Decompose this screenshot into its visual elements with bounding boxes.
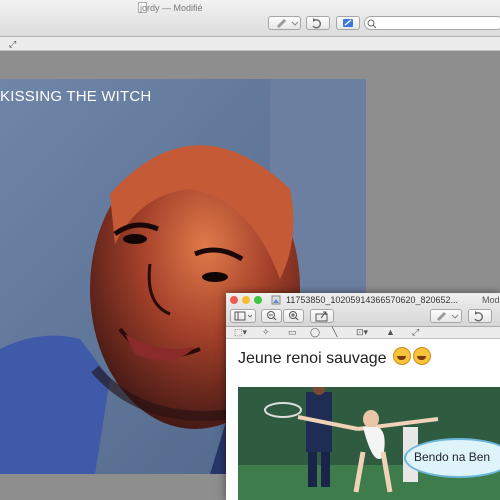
markup-button[interactable] [336,16,360,30]
preview-window-title: 11753850_10205914366570620_820652... [286,295,459,305]
rotate-icon [312,18,321,29]
preview-window-status: Modi [482,295,500,305]
post-text: Jeune renoi sauvage [238,350,387,367]
pen-icon [437,312,459,321]
search-input[interactable] [364,16,500,30]
annotate-menu-button[interactable] [268,16,301,30]
image-file-icon [271,295,281,305]
rotate-icon [474,311,483,322]
speech-bubble-text: Bendo na Ben [414,450,491,464]
rectangle-shape-icon[interactable]: ▭ [288,327,297,338]
minimize-button[interactable] [242,296,250,304]
post-text-line: Jeune renoi sauvage [238,347,432,368]
zoom-button[interactable] [254,296,262,304]
main-window-title: jordy [140,3,160,13]
zoom-in-button[interactable] [283,309,304,323]
main-window-title-group: jordy — Modifié [140,3,203,13]
zoom-out-button[interactable] [261,309,282,323]
oval-shape-icon[interactable]: ◯ [310,327,320,338]
zoom-in-icon [289,311,299,321]
selection-tool-icon[interactable]: ⬚▾ [234,327,247,338]
fit-to-window-icon[interactable]: ⤢ [412,327,419,338]
photo-caption: KISSING THE WITCH [0,88,152,105]
preview-window-titlebar: 11753850_10205914366570620_820652... Mod… [226,293,500,327]
markup-toolbar: ⬚▾ ✧ ▭ ◯ ╲ ⊡▾ ▲ ⤢ [226,327,500,339]
laughing-emoji-icon [413,347,432,365]
annotate-menu-button-secondary[interactable] [430,309,462,323]
search-icon [367,19,377,29]
main-window-titlebar: jordy — Modifié [0,0,500,37]
line-shape-icon[interactable]: ╲ [332,327,337,338]
share-icon [315,311,328,322]
share-button[interactable] [310,309,334,323]
zoom-out-icon [267,311,277,321]
rotate-button-secondary[interactable] [468,309,492,323]
main-window-toolbar: ⤢ [0,37,500,51]
main-window-status: — Modifié [162,3,203,13]
adjust-color-icon[interactable]: ▲ [386,327,395,338]
crop-tool-icon[interactable]: ⊡▾ [356,327,368,338]
fit-to-window-icon[interactable]: ⤢ [9,39,16,50]
markup-icon [343,19,353,27]
rotate-button[interactable] [306,16,330,30]
instant-alpha-icon[interactable]: ✧ [262,327,270,338]
laughing-emoji-icon [393,347,412,365]
pen-icon [276,19,298,28]
sidebar-icon [234,311,253,321]
close-button[interactable] [230,296,238,304]
sidebar-toggle-button[interactable] [230,309,256,323]
